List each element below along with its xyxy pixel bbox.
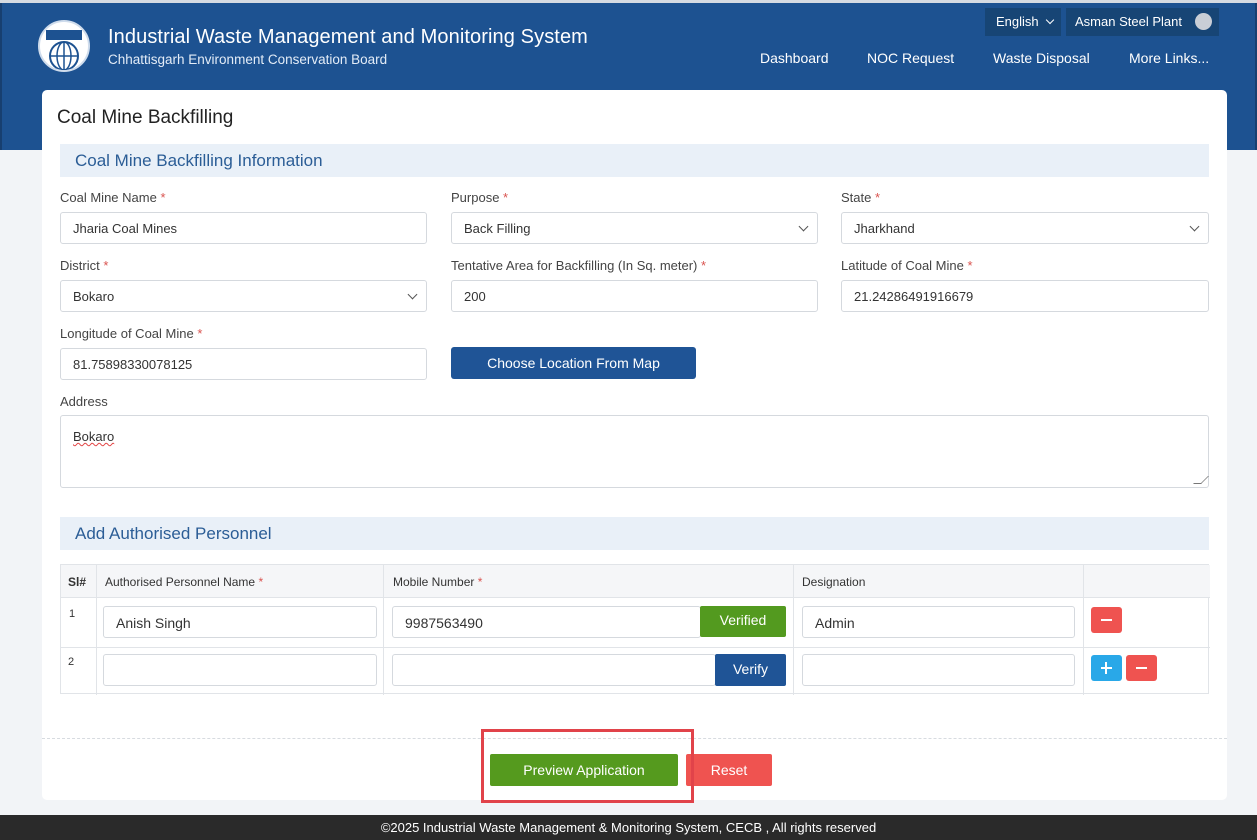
state-value: Jharkhand xyxy=(854,221,915,236)
table-divider xyxy=(96,565,97,695)
nav-waste-disposal[interactable]: Waste Disposal xyxy=(993,50,1090,66)
row-number: 2 xyxy=(68,656,75,668)
row-number: 1 xyxy=(69,608,76,620)
language-label: English xyxy=(996,14,1039,29)
purpose-select[interactable]: Back Filling xyxy=(451,212,818,244)
info-section-header: Coal Mine Backfilling Information xyxy=(60,144,1209,177)
nav-more-links[interactable]: More Links... xyxy=(1129,50,1209,66)
designation-input[interactable] xyxy=(802,654,1075,686)
column-header-designation: Designation xyxy=(802,575,866,589)
longitude-label: Longitude of Coal Mine * xyxy=(60,326,203,341)
address-textarea[interactable]: Bokaro xyxy=(60,415,1209,488)
personnel-section-header: Add Authorised Personnel xyxy=(60,517,1209,550)
purpose-value: Back Filling xyxy=(464,221,531,236)
mobile-number-input[interactable]: 9987563490 xyxy=(392,606,701,638)
designation-input[interactable]: Admin xyxy=(802,606,1075,638)
column-header-name: Authorised Personnel Name * xyxy=(105,575,264,589)
purpose-label: Purpose * xyxy=(451,190,509,205)
longitude-input[interactable]: 81.75898330078125 xyxy=(60,348,427,380)
district-select[interactable]: Bokaro xyxy=(60,280,427,312)
minus-icon xyxy=(1136,667,1147,669)
verified-button[interactable]: Verified xyxy=(700,606,786,637)
app-title: Industrial Waste Management and Monitori… xyxy=(108,26,588,48)
choose-location-button[interactable]: Choose Location From Map xyxy=(451,347,696,379)
resize-handle-icon[interactable] xyxy=(1193,476,1209,484)
remove-row-button[interactable] xyxy=(1091,607,1122,633)
page-title: Coal Mine Backfilling xyxy=(57,107,234,128)
table-divider xyxy=(793,565,794,695)
add-row-button[interactable] xyxy=(1091,655,1122,681)
user-avatar-icon xyxy=(1195,13,1212,30)
address-value: Bokaro xyxy=(73,429,115,444)
district-value: Bokaro xyxy=(73,289,115,304)
remove-row-button[interactable] xyxy=(1126,655,1157,681)
tentative-area-input[interactable]: 200 xyxy=(451,280,818,312)
state-label: State * xyxy=(841,190,881,205)
verify-button[interactable]: Verify xyxy=(715,654,786,686)
personnel-section-title: Add Authorised Personnel xyxy=(75,524,272,543)
table-divider xyxy=(1083,565,1084,695)
mobile-number-input[interactable] xyxy=(392,654,716,686)
personnel-name-input[interactable] xyxy=(103,654,377,686)
tentative-area-label: Tentative Area for Backfilling (In Sq. m… xyxy=(451,258,707,273)
app-subtitle: Chhattisgarh Environment Conservation Bo… xyxy=(108,52,388,67)
state-select[interactable]: Jharkhand xyxy=(841,212,1209,244)
table-divider xyxy=(383,565,384,695)
latitude-input[interactable]: 21.24286491916679 xyxy=(841,280,1209,312)
language-selector[interactable]: English xyxy=(985,8,1061,36)
nav-noc-request[interactable]: NOC Request xyxy=(867,50,954,66)
reset-button[interactable]: Reset xyxy=(686,754,772,786)
chevron-down-icon xyxy=(1046,15,1055,25)
minus-icon xyxy=(1101,619,1112,621)
chevron-down-icon xyxy=(407,289,418,300)
header-top-border xyxy=(0,0,1257,3)
column-header-sl: Sl# xyxy=(68,575,87,589)
latitude-label: Latitude of Coal Mine * xyxy=(841,258,973,273)
coal-mine-name-label: Coal Mine Name * xyxy=(60,190,166,205)
district-label: District * xyxy=(60,258,109,273)
chevron-down-icon xyxy=(1189,221,1200,232)
info-section-title: Coal Mine Backfilling Information xyxy=(75,151,323,170)
address-label: Address xyxy=(60,394,108,409)
chevron-down-icon xyxy=(798,221,809,232)
table-header-row: Sl# Authorised Personnel Name * Mobile N… xyxy=(61,565,1210,598)
cecb-logo-icon xyxy=(38,20,90,72)
column-header-mobile: Mobile Number * xyxy=(393,575,483,589)
user-name: Asman Steel Plant xyxy=(1075,14,1182,29)
highlight-box xyxy=(481,729,694,803)
footer: ©2025 Industrial Waste Management & Moni… xyxy=(0,815,1257,840)
user-menu[interactable]: Asman Steel Plant xyxy=(1066,8,1219,36)
coal-mine-name-input[interactable]: Jharia Coal Mines xyxy=(60,212,427,244)
table-row-divider xyxy=(61,647,1210,648)
nav-dashboard[interactable]: Dashboard xyxy=(760,50,829,66)
personnel-name-input[interactable]: Anish Singh xyxy=(103,606,377,638)
